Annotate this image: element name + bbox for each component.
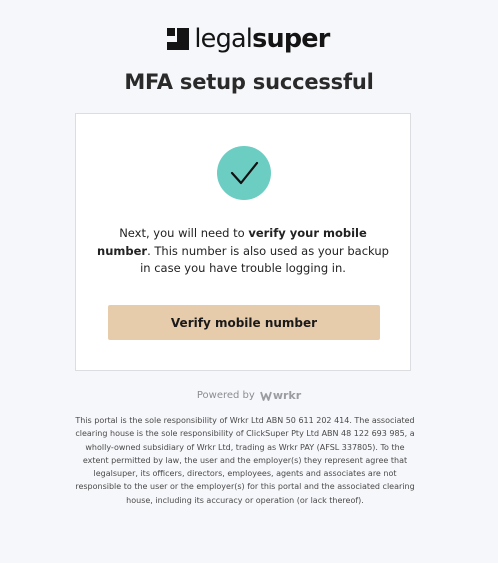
success-card: Next, you will need to verify your mobil… [75,113,411,371]
page-title: MFA setup successful [124,70,374,94]
checkmark-circle-icon [217,146,271,200]
powered-by-label: Powered by [196,390,255,401]
logo-bold-text: super [252,24,330,54]
message-prefix: Next, you will need to [119,226,249,240]
powered-by: Powered by wrkr [0,389,498,402]
message-suffix: . This number is also used as your backu… [140,243,389,276]
legal-disclaimer: This portal is the sole responsibility o… [75,416,415,505]
logo-wordmark: legalsuper [194,24,330,54]
verify-mobile-button[interactable]: Verify mobile number [108,305,380,340]
wrkr-logo: wrkr [259,389,302,402]
legalsuper-mark-icon [167,28,190,50]
wrkr-logo-icon [259,391,272,401]
wrkr-wordmark: wrkr [272,389,302,402]
instruction-message: Next, you will need to verify your mobil… [96,225,390,278]
logo-light-text: legal [194,24,253,54]
brand-logo: legalsuper [0,26,498,52]
